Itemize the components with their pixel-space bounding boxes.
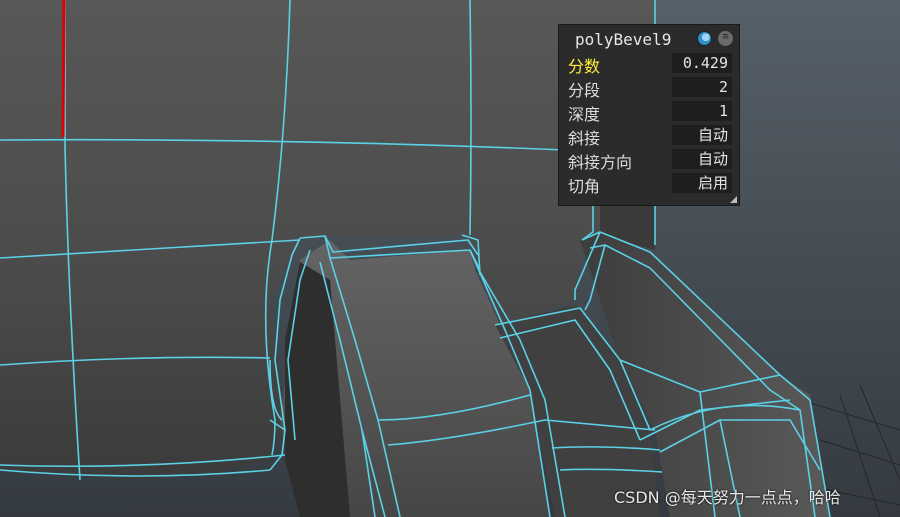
attribute-row-segments[interactable]: 分段 2 xyxy=(564,76,736,100)
attribute-label: 斜接 xyxy=(568,129,601,148)
attribute-label: 分段 xyxy=(568,81,601,100)
attribute-label: 切角 xyxy=(568,177,601,196)
attribute-value-field[interactable]: 启用 xyxy=(672,173,732,193)
menu-icon[interactable]: ≡ xyxy=(718,31,733,46)
attribute-value-field[interactable]: 2 xyxy=(672,77,732,97)
node-name-title: polyBevel9 xyxy=(575,30,672,49)
attribute-value-field[interactable]: 自动 xyxy=(672,125,732,145)
attribute-label: 深度 xyxy=(568,105,601,124)
attribute-row-mitering[interactable]: 斜接 自动 xyxy=(564,124,736,148)
attribute-value-field[interactable]: 自动 xyxy=(672,149,732,169)
3d-viewport[interactable] xyxy=(0,0,900,517)
attribute-row-depth[interactable]: 深度 1 xyxy=(564,100,736,124)
attribute-label: 分数 xyxy=(568,57,601,76)
y-axis-line xyxy=(61,0,66,138)
watermark-text: CSDN @每天努力一点点，哈哈 xyxy=(614,488,841,507)
in-view-editor-panel[interactable]: polyBevel9 ≡ 分数 0.429 分段 2 深度 1 斜接 自动 斜接… xyxy=(558,24,740,206)
attribute-row-fraction[interactable]: 分数 0.429 xyxy=(564,52,736,76)
attribute-value-field[interactable]: 1 xyxy=(672,101,732,121)
attribute-label: 斜接方向 xyxy=(568,153,633,172)
globe-icon[interactable] xyxy=(697,31,712,46)
attribute-row-chamfer[interactable]: 切角 启用 xyxy=(564,172,736,196)
attribute-row-miter-along[interactable]: 斜接方向 自动 xyxy=(564,148,736,172)
attribute-value-field[interactable]: 0.429 xyxy=(672,53,732,73)
resize-grip-icon[interactable] xyxy=(730,196,737,203)
